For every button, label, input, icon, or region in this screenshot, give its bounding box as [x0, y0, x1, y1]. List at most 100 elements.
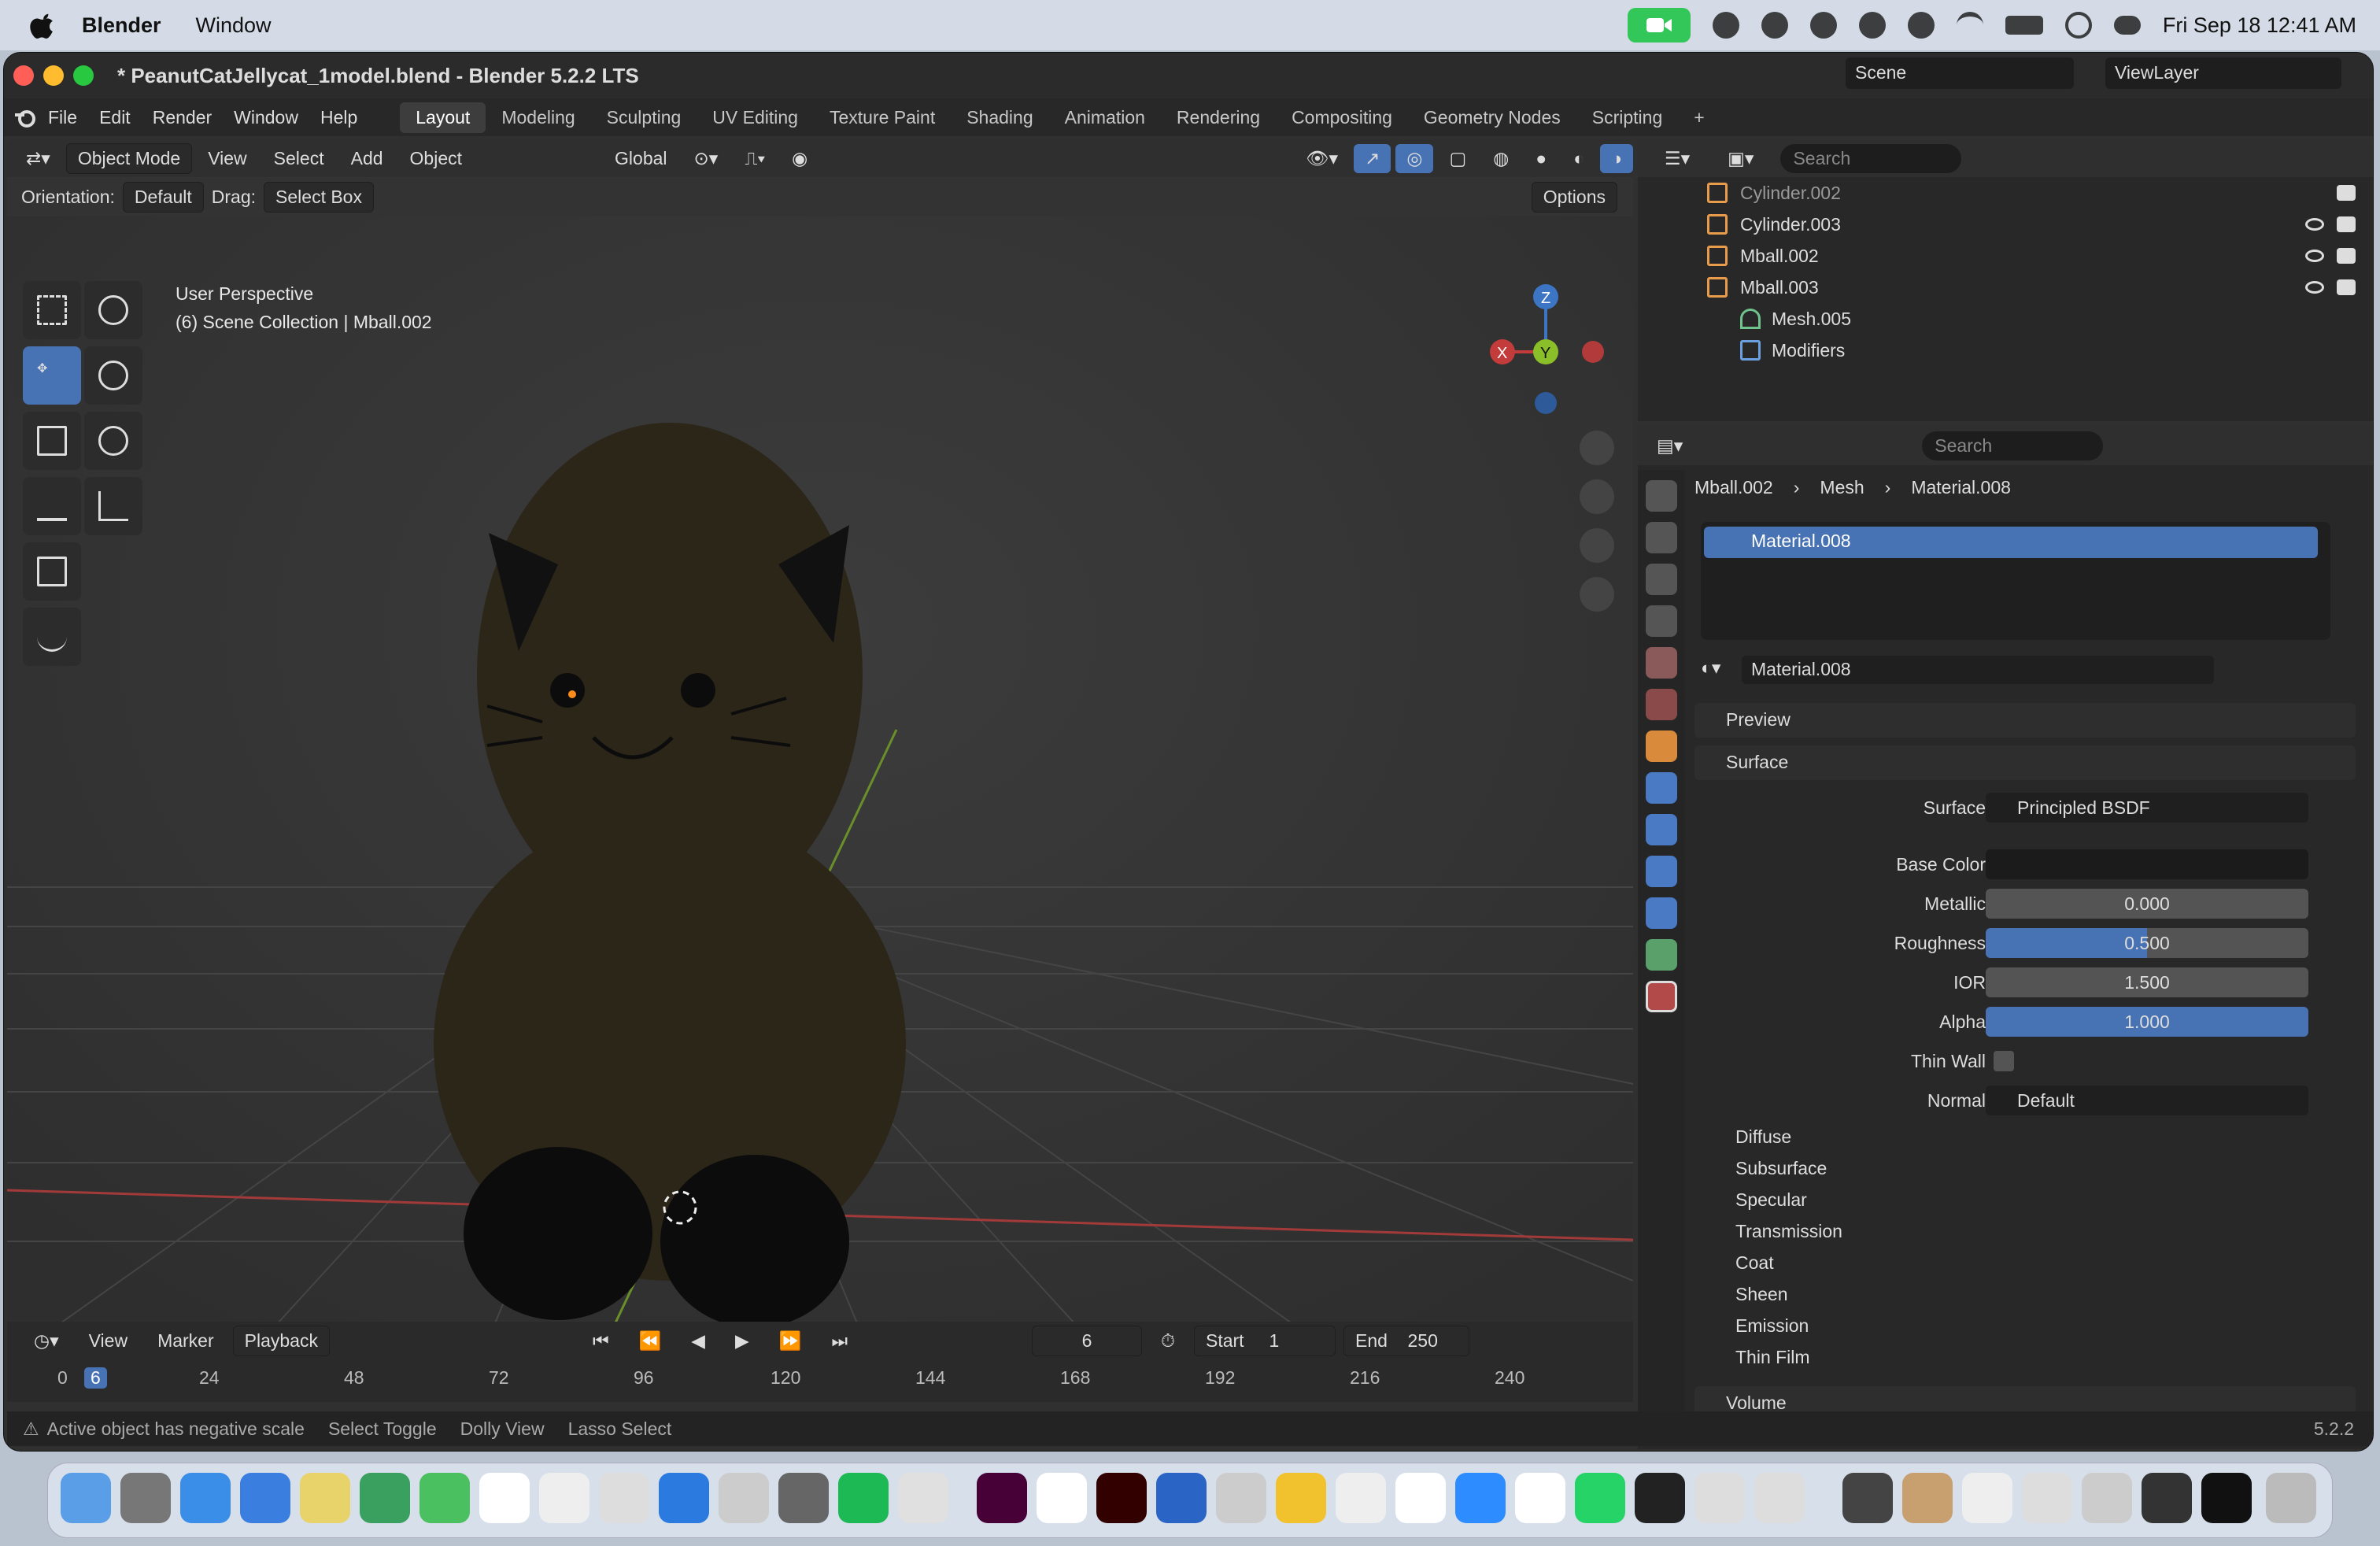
subpanel-emission[interactable]: Emission [1735, 1315, 1809, 1337]
app-store-icon[interactable] [659, 1473, 709, 1523]
menu-file[interactable]: File [37, 102, 88, 133]
tab-shading[interactable]: Shading [951, 102, 1048, 133]
rotate-tool[interactable] [84, 346, 142, 405]
whatsapp-icon[interactable] [1575, 1473, 1625, 1523]
wifi-icon[interactable] [1956, 12, 1983, 39]
eye-icon[interactable] [2305, 218, 2324, 231]
zoom-view-icon[interactable] [1580, 431, 1614, 465]
modifiers-tab-icon[interactable] [1646, 772, 1677, 804]
tab-modeling[interactable]: Modeling [486, 102, 590, 133]
play-status-icon[interactable] [1858, 12, 1886, 39]
solid-shading-icon[interactable]: ● [1524, 144, 1558, 173]
world-tab-icon[interactable] [1646, 689, 1677, 720]
tab-animation[interactable]: Animation [1049, 102, 1161, 133]
material-browse-icon[interactable]: ◐▾ [1701, 657, 1720, 679]
move-tool[interactable]: ✥ [23, 346, 81, 405]
ior-slider[interactable]: 1.500 [1986, 967, 2308, 997]
blender-alt2-icon[interactable] [1754, 1473, 1805, 1523]
3d-viewport[interactable]: ⇄▾ Object Mode View Select Add Object Gl… [7, 139, 1633, 1361]
rendered-shading-icon[interactable]: ◑ [1600, 143, 1633, 173]
calendar-icon[interactable] [479, 1473, 530, 1523]
photos-icon[interactable] [300, 1473, 350, 1523]
menu-help[interactable]: Help [309, 102, 368, 133]
constraints-tab-icon[interactable] [1646, 897, 1677, 929]
drag-dropdown[interactable]: Select Box [264, 181, 374, 213]
wireframe-shading-icon[interactable]: ◍ [1482, 144, 1520, 173]
measure-tool[interactable] [84, 477, 142, 535]
recent-window-1[interactable] [1842, 1473, 1893, 1523]
tab-layout[interactable]: Layout [400, 102, 486, 133]
menubar-window-menu[interactable]: Window [196, 13, 272, 38]
perplexity-dock-icon[interactable] [1635, 1473, 1685, 1523]
start-frame-field[interactable]: Start 1 [1194, 1325, 1336, 1356]
indesign-icon[interactable] [977, 1473, 1027, 1523]
material-name-field[interactable]: Material.008 [1742, 656, 2214, 684]
notes-icon[interactable] [599, 1473, 649, 1523]
eye-icon[interactable] [2305, 250, 2324, 262]
overlays-icon[interactable]: ◎ [1395, 143, 1434, 173]
scene-selector[interactable]: Scene [1846, 57, 2074, 89]
mail-icon[interactable] [240, 1473, 290, 1523]
gizmo-toggle-icon[interactable]: ↗ [1354, 143, 1391, 173]
subpanel-transmission[interactable]: Transmission [1735, 1221, 1842, 1242]
thin-wall-checkbox[interactable] [1994, 1051, 2014, 1071]
proportional-edit-icon[interactable]: ◉ [781, 144, 819, 173]
apple-logo-icon[interactable] [28, 10, 58, 40]
zoom-status-icon[interactable] [1761, 12, 1788, 39]
illustrator-icon[interactable] [1096, 1473, 1147, 1523]
view-layer-tab-icon[interactable] [1646, 605, 1677, 637]
transform-orientation-dropdown[interactable]: Global [604, 144, 678, 173]
physics-tab-icon[interactable] [1646, 856, 1677, 887]
options-button[interactable]: Options [1531, 181, 1617, 213]
tab-compositing[interactable]: Compositing [1276, 102, 1408, 133]
render-tab-icon[interactable] [1646, 522, 1677, 553]
prev-keyframe-icon[interactable]: ⏪ [628, 1326, 673, 1356]
blender-logo-icon[interactable] [13, 105, 37, 129]
spotlight-search-icon[interactable] [2064, 12, 2092, 39]
viewport-menu-add[interactable]: Add [340, 144, 394, 173]
display-mode-icon[interactable]: ▣▾ [1717, 144, 1765, 173]
finder-icon[interactable] [61, 1473, 111, 1523]
render-icon[interactable] [2337, 248, 2356, 264]
outliner-row[interactable]: Cylinder.002 [1638, 177, 2373, 209]
blender-dock-icon[interactable] [1515, 1473, 1565, 1523]
base-color-swatch[interactable] [1986, 849, 2308, 879]
alpha-slider[interactable]: 1.000 [1986, 1007, 2308, 1037]
recent-window-3[interactable] [1962, 1473, 2012, 1523]
render-icon[interactable] [2337, 185, 2356, 201]
surface-shader-field[interactable]: Principled BSDF [1986, 793, 2308, 823]
play-reverse-icon[interactable]: ◀ [680, 1326, 716, 1356]
chrome-icon[interactable] [898, 1473, 948, 1523]
object-mode-dropdown[interactable]: Object Mode [65, 142, 193, 174]
recent-window-2[interactable] [1902, 1473, 1953, 1523]
minimize-window-button[interactable] [43, 65, 64, 86]
messages-icon[interactable] [1395, 1473, 1446, 1523]
orientation-dropdown[interactable]: Default [122, 181, 204, 213]
material-slot-list[interactable]: Material.008 [1701, 522, 2330, 640]
menu-edit[interactable]: Edit [88, 102, 142, 133]
annotate-tool[interactable] [23, 477, 81, 535]
tab-sculpting[interactable]: Sculpting [591, 102, 697, 133]
breadcrumb-mesh[interactable]: Mesh [1820, 477, 1864, 498]
scale-tool[interactable] [23, 412, 81, 470]
navigation-gizmo[interactable]: Z X Y [1487, 281, 1605, 438]
outliner-search-input[interactable]: Search [1780, 143, 1962, 173]
outliner-editor-type-icon[interactable]: ☰▾ [1654, 144, 1701, 173]
play-icon[interactable]: ▶ [724, 1326, 760, 1356]
pivot-icon[interactable]: ⊙▾ [683, 144, 730, 173]
close-window-button[interactable] [13, 65, 34, 86]
blender-alt-icon[interactable] [1694, 1473, 1745, 1523]
render-icon[interactable] [2337, 279, 2356, 295]
recent-window-5[interactable] [2082, 1473, 2132, 1523]
normal-field[interactable]: Default [1986, 1086, 2308, 1115]
material-slot-item[interactable]: Material.008 [1704, 527, 2318, 558]
viewport-menu-select[interactable]: Select [263, 144, 335, 173]
properties-editor-type-icon[interactable]: ▤▾ [1646, 431, 1694, 460]
cyberduck-icon[interactable] [1276, 1473, 1326, 1523]
stopwatch-icon[interactable]: ⏱ [1150, 1326, 1186, 1356]
current-frame-field[interactable]: 6 [1032, 1325, 1143, 1356]
moon-icon[interactable] [1907, 12, 1935, 39]
tab-scripting[interactable]: Scripting [1576, 102, 1678, 133]
roughness-slider[interactable]: 0.500 [1986, 928, 2308, 958]
eye-icon[interactable] [2305, 281, 2324, 294]
